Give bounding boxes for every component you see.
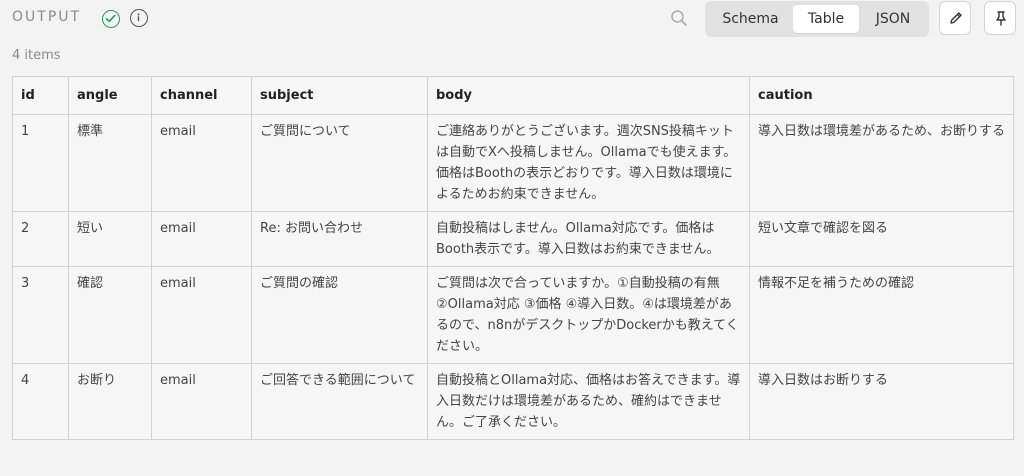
info-icon[interactable] (130, 9, 148, 27)
cell-body: 自動投稿はしません。Ollama対応です。価格はBooth表示です。導入日数はお… (427, 211, 750, 267)
cell-body: ご連絡ありがとうございます。週次SNS投稿キットは自動でXへ投稿しません。Oll… (427, 114, 750, 212)
column-header-body: body (427, 76, 750, 115)
cell-angle: 標準 (68, 114, 152, 212)
cell-channel: email (151, 114, 252, 212)
table-row: 2 短い email Re: お問い合わせ 自動投稿はしません。Ollama対応… (12, 211, 1014, 267)
cell-id: 3 (12, 266, 69, 364)
output-panel-header: OUTPUT Schema Table JSON (0, 0, 1024, 40)
cell-channel: email (151, 211, 252, 267)
cell-subject: ご回答できる範囲について (251, 363, 428, 440)
cell-id: 2 (12, 211, 69, 267)
cell-body: 自動投稿とOllama対応、価格はお答えできます。導入日数だけは環境差があるため… (427, 363, 750, 440)
cell-caution: 導入日数はお断りする (749, 363, 1014, 440)
view-toggle: Schema Table JSON (705, 1, 929, 37)
cell-angle: 短い (68, 211, 152, 267)
table-header-row: id angle channel subject body caution (12, 76, 1014, 115)
edit-button[interactable] (939, 1, 971, 35)
cell-caution: 導入日数は環境差があるため、お断りする (749, 114, 1014, 212)
table-row: 4 お断り email ご回答できる範囲について 自動投稿とOllama対応、価… (12, 363, 1014, 440)
cell-caution: 短い文章で確認を図る (749, 211, 1014, 267)
cell-subject: ご質問の確認 (251, 266, 428, 364)
cell-subject: ご質問について (251, 114, 428, 212)
item-count: 4 items (12, 48, 61, 63)
cell-angle: 確認 (68, 266, 152, 364)
cell-body: ご質問は次で合っていますか。①自動投稿の有無 ②Ollama対応 ③価格 ④導入… (427, 266, 750, 364)
cell-angle: お断り (68, 363, 152, 440)
tab-schema[interactable]: Schema (709, 5, 792, 33)
table-row: 3 確認 email ご質問の確認 ご質問は次で合っていますか。①自動投稿の有無… (12, 266, 1014, 364)
panel-title: OUTPUT (12, 9, 82, 25)
cell-channel: email (151, 363, 252, 440)
column-header-subject: subject (251, 76, 428, 115)
cell-subject: Re: お問い合わせ (251, 211, 428, 267)
tab-table[interactable]: Table (793, 5, 859, 33)
column-header-angle: angle (68, 76, 152, 115)
pin-button[interactable] (984, 1, 1016, 35)
column-header-id: id (12, 76, 69, 115)
tab-json[interactable]: JSON (861, 5, 925, 33)
search-icon[interactable] (670, 9, 688, 31)
cell-caution: 情報不足を補うための確認 (749, 266, 1014, 364)
check-circle-icon (102, 10, 120, 28)
cell-id: 4 (12, 363, 69, 440)
cell-channel: email (151, 266, 252, 364)
table-row: 1 標準 email ご質問について ご連絡ありがとうございます。週次SNS投稿… (12, 114, 1014, 212)
cell-id: 1 (12, 114, 69, 212)
column-header-caution: caution (749, 76, 1014, 115)
column-header-channel: channel (151, 76, 252, 115)
output-table: id angle channel subject body caution 1 … (12, 76, 1014, 440)
